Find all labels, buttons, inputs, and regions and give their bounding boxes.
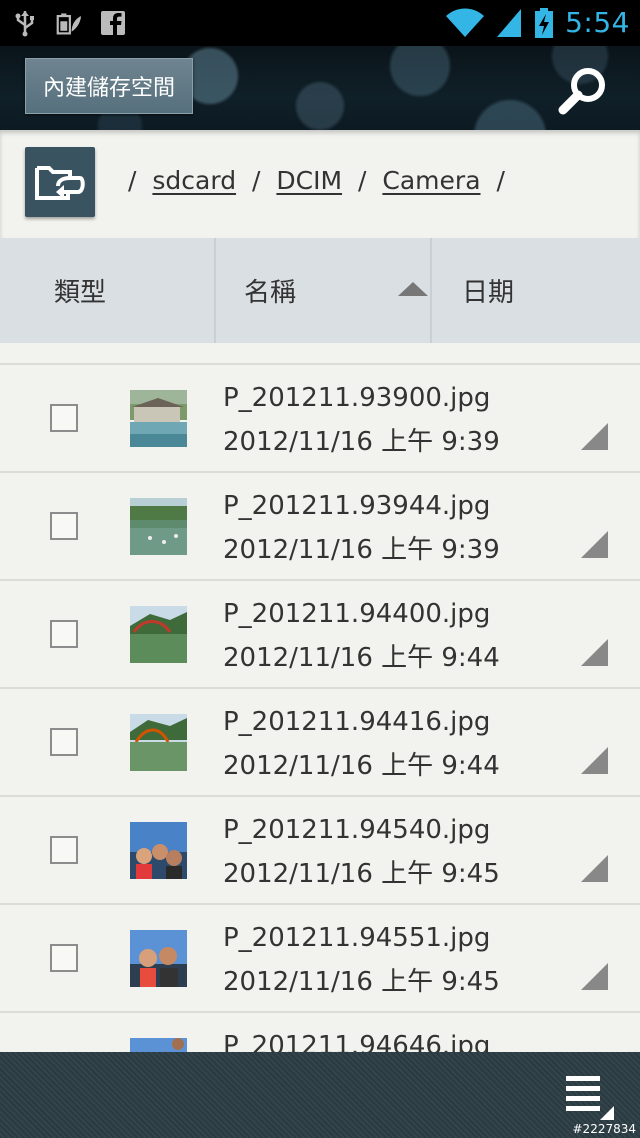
folder-back-icon (35, 166, 85, 200)
file-name: P_201211.93900.jpg (223, 383, 491, 413)
file-date: 2012/11/16 上午 9:39 (223, 535, 500, 565)
thumbnail (130, 498, 187, 555)
battery-saver-icon (56, 13, 82, 35)
storage-selector-button[interactable]: 內建儲存空間 (25, 58, 193, 114)
list-item[interactable]: P_201211.94551.jpg 2012/11/16 上午 9:45 (0, 905, 640, 1013)
bottom-bar: #2227834 (0, 1052, 640, 1138)
parent-folder-button[interactable] (25, 147, 95, 217)
item-menu-indicator-icon[interactable] (581, 639, 608, 666)
status-left-icons (12, 9, 126, 37)
file-name: P_201211.94416.jpg (223, 707, 491, 737)
thumbnail (130, 822, 187, 879)
usb-icon (15, 11, 34, 37)
item-menu-indicator-icon[interactable] (581, 855, 608, 882)
signal-icon (497, 8, 522, 37)
status-bar: 5:54 (0, 0, 640, 46)
list-item[interactable]: P_201211.93900.jpg 2012/11/16 上午 9:39 (0, 365, 640, 473)
breadcrumb-sdcard[interactable]: sdcard (152, 166, 236, 195)
thumbnail (130, 390, 187, 447)
list-item[interactable]: P_201211.93944.jpg 2012/11/16 上午 9:39 (0, 473, 640, 581)
wifi-icon (446, 8, 485, 37)
file-name: P_201211.93944.jpg (223, 491, 491, 521)
file-date: 2012/11/16 上午 9:44 (223, 643, 500, 673)
search-icon[interactable] (556, 64, 610, 118)
path-bar: / sdcard / DCIM / Camera / (0, 130, 640, 238)
file-date: 2012/11/16 上午 9:44 (223, 751, 500, 781)
action-bar: 內建儲存空間 (0, 46, 640, 130)
menu-icon[interactable] (560, 1070, 616, 1122)
status-right-icons: 5:54 (445, 6, 630, 39)
list-item[interactable]: P_201211.94400.jpg 2012/11/16 上午 9:44 (0, 581, 640, 689)
list-item[interactable]: P_201211.94540.jpg 2012/11/16 上午 9:45 (0, 797, 640, 905)
file-name: P_201211.94646.jpg (223, 1031, 491, 1052)
list-item[interactable]: P_201211.94646.jpg (0, 1013, 640, 1052)
watermark: #2227834 (572, 1122, 637, 1136)
column-header: 類型 名稱 日期 (0, 238, 640, 343)
clock: 5:54 (565, 6, 630, 39)
facebook-icon (101, 11, 125, 35)
column-date[interactable]: 日期 (430, 238, 640, 343)
file-name: P_201211.94551.jpg (223, 923, 491, 953)
file-list[interactable]: P_201211.93900.jpg 2012/11/16 上午 9:39 P_… (0, 343, 640, 1052)
item-menu-indicator-icon[interactable] (581, 747, 608, 774)
thumbnail (130, 606, 187, 663)
breadcrumb-dcim[interactable]: DCIM (276, 166, 342, 195)
breadcrumb-separator: / (252, 166, 261, 195)
column-date-label: 日期 (462, 278, 515, 308)
select-checkbox[interactable] (50, 836, 78, 864)
column-name-label: 名稱 (244, 278, 297, 308)
select-checkbox[interactable] (50, 944, 78, 972)
list-item[interactable]: P_201211.94416.jpg 2012/11/16 上午 9:44 (0, 689, 640, 797)
file-date: 2012/11/16 上午 9:45 (223, 967, 500, 997)
thumbnail (130, 714, 187, 771)
column-type-label: 類型 (54, 278, 107, 308)
thumbnail (130, 930, 187, 987)
thumbnail (130, 1038, 187, 1052)
item-menu-indicator-icon[interactable] (581, 963, 608, 990)
battery-charging-icon (535, 7, 554, 38)
column-name[interactable]: 名稱 (214, 238, 430, 343)
breadcrumb-separator: / (358, 166, 367, 195)
select-checkbox[interactable] (50, 404, 78, 432)
column-type[interactable]: 類型 (0, 238, 214, 343)
list-item[interactable] (0, 343, 640, 365)
sort-ascending-icon (398, 282, 428, 296)
breadcrumb-separator: / (128, 166, 137, 195)
file-name: P_201211.94540.jpg (223, 815, 491, 845)
file-name: P_201211.94400.jpg (223, 599, 491, 629)
item-menu-indicator-icon[interactable] (581, 423, 608, 450)
breadcrumb-separator: / (496, 166, 505, 195)
select-checkbox[interactable] (50, 728, 78, 756)
select-checkbox[interactable] (50, 512, 78, 540)
breadcrumb-camera[interactable]: Camera (382, 166, 480, 195)
select-checkbox[interactable] (50, 620, 78, 648)
breadcrumb: / sdcard / DCIM / Camera / (128, 166, 513, 195)
item-menu-indicator-icon[interactable] (581, 531, 608, 558)
file-date: 2012/11/16 上午 9:45 (223, 859, 500, 889)
file-date: 2012/11/16 上午 9:39 (223, 427, 500, 457)
